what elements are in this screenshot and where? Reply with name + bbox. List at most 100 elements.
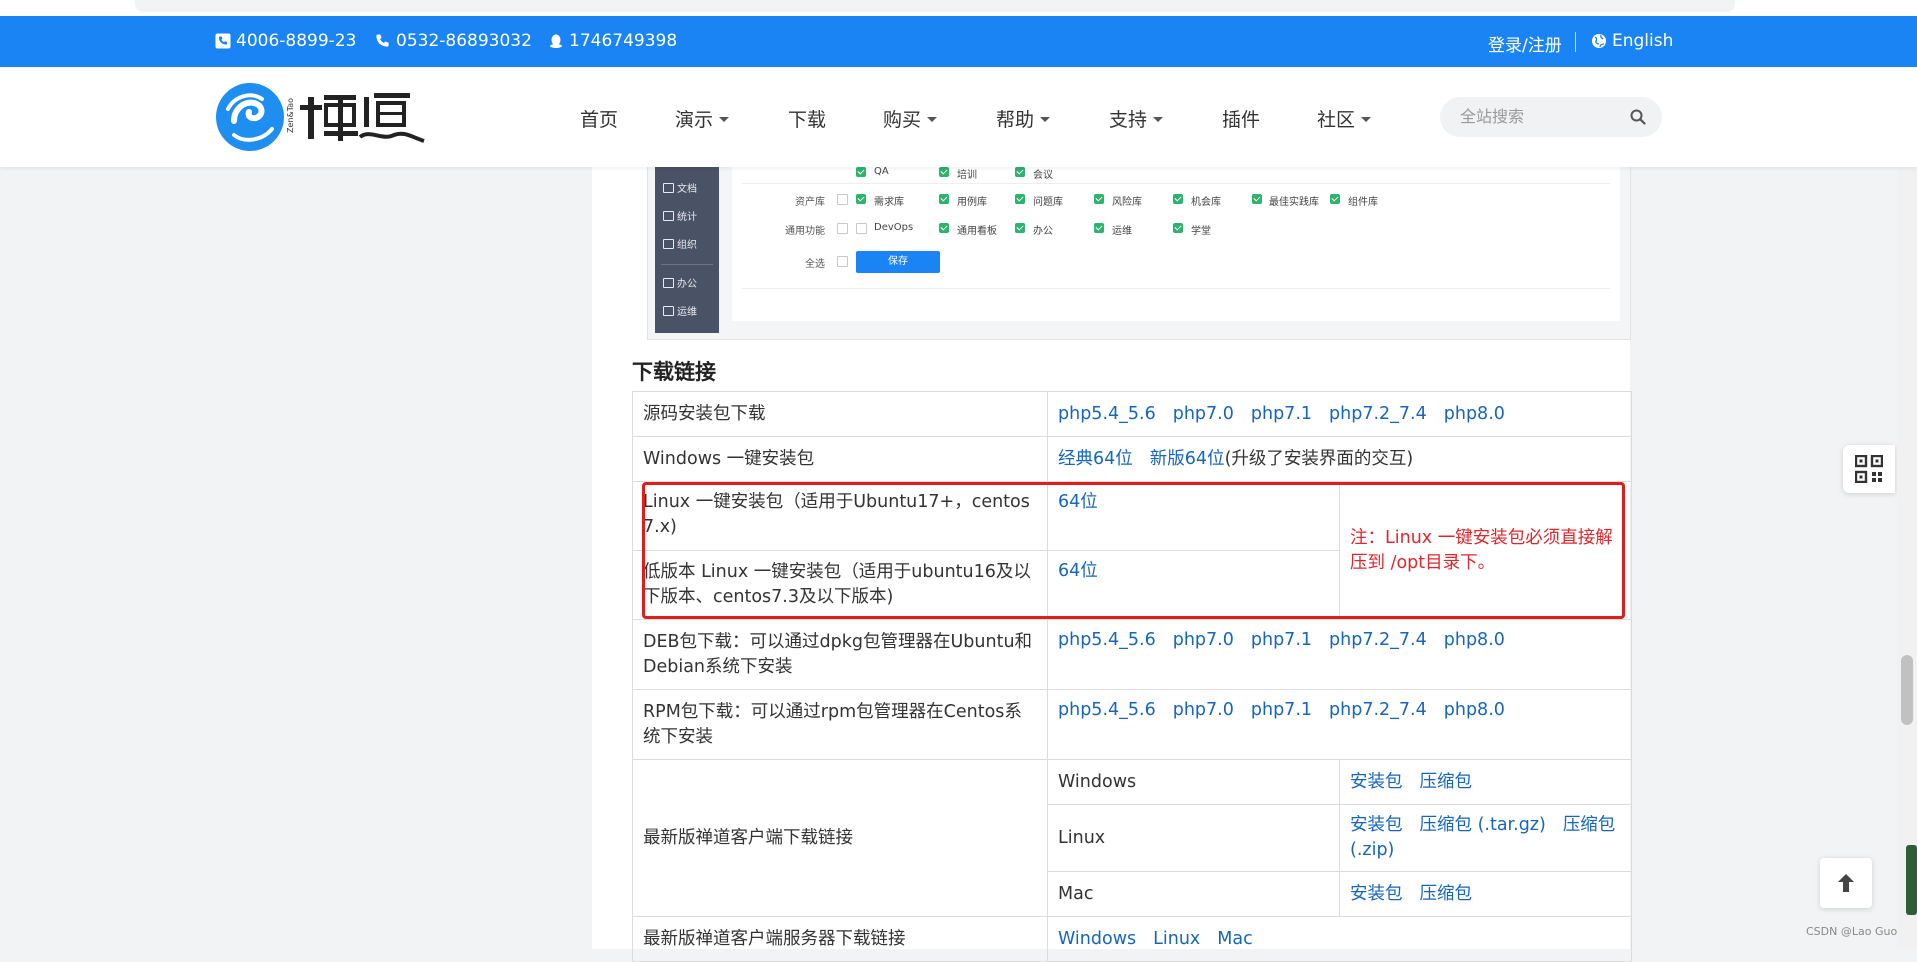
scrollbar-thumb[interactable] — [1901, 655, 1913, 725]
side-item-office: 办公 — [663, 275, 697, 290]
checkbox-checked — [856, 194, 866, 204]
link-deb-php80[interactable]: php8.0 — [1444, 630, 1505, 650]
link-php54[interactable]: php5.4_5.6 — [1058, 404, 1156, 424]
checkbox-unchecked — [837, 256, 848, 267]
nav-community[interactable]: 社区 — [1317, 105, 1372, 132]
page-scrollbar[interactable] — [1897, 167, 1917, 949]
nav-plugins[interactable]: 插件 — [1222, 105, 1260, 132]
qrcode-icon — [1855, 455, 1883, 483]
caret-down-icon — [1361, 117, 1372, 122]
link-client-win-installer[interactable]: 安装包 — [1350, 772, 1403, 792]
checkbox-checked — [856, 167, 866, 177]
phone-office[interactable]: 0532-86893032 — [375, 31, 532, 51]
contact-bar: 4006-8899-23 0532-86893032 1746749398 登录… — [0, 16, 1917, 67]
caret-down-icon — [927, 117, 938, 122]
site-search — [1440, 97, 1662, 137]
link-deb-php71[interactable]: php7.1 — [1251, 630, 1312, 650]
link-php72[interactable]: php7.2_7.4 — [1329, 404, 1427, 424]
link-client-linux-installer[interactable]: 安装包 — [1350, 815, 1403, 835]
chart-icon — [663, 210, 674, 221]
link-deb-php72[interactable]: php7.2_7.4 — [1329, 630, 1427, 650]
link-new-64[interactable]: 新版64位 — [1150, 449, 1225, 469]
back-to-top-button[interactable] — [1820, 858, 1872, 908]
search-icon[interactable] — [1630, 109, 1646, 125]
client-mac-links: 安装包 压缩包 — [1339, 871, 1632, 917]
row-label-deb: DEB包下载：可以通过dpkg包管理器在Ubuntu和Debian系统下安装 — [632, 619, 1048, 690]
checkbox-checked — [1330, 194, 1340, 204]
link-classic-64[interactable]: 经典64位 — [1058, 449, 1133, 469]
link-linux-old-64[interactable]: 64位 — [1058, 561, 1098, 581]
link-rpm-php71[interactable]: php7.1 — [1251, 700, 1312, 720]
checkbox-unchecked — [856, 223, 867, 234]
link-server-windows[interactable]: Windows — [1058, 929, 1136, 949]
search-input[interactable] — [1458, 106, 1622, 130]
phone-hotline[interactable]: 4006-8899-23 — [215, 31, 356, 51]
qr-code-button[interactable] — [1843, 445, 1895, 493]
language-switch[interactable]: English — [1591, 31, 1673, 51]
side-item-org: 组织 — [663, 236, 697, 251]
linux-old-links: 64位 — [1047, 550, 1340, 620]
link-rpm-php70[interactable]: php7.0 — [1173, 700, 1234, 720]
login-link[interactable]: 登录/注册 — [1488, 31, 1562, 56]
link-server-linux[interactable]: Linux — [1153, 929, 1200, 949]
linux-install-note: 注：Linux 一键安装包必须直接解压到 /opt目录下。 — [1339, 481, 1632, 620]
zentao-logo[interactable]: Zen&Tao — [214, 81, 429, 153]
checkbox-checked — [1015, 194, 1025, 204]
checkbox-checked — [1094, 223, 1104, 233]
checkbox-checked — [939, 194, 949, 204]
checkbox-checked — [1173, 194, 1183, 204]
nav-buy[interactable]: 购买 — [883, 105, 938, 132]
link-rpm-php54[interactable]: php5.4_5.6 — [1058, 700, 1156, 720]
checkbox-unchecked — [837, 223, 848, 234]
option-label: 办公 — [1033, 226, 1053, 237]
phone1-text: 4006-8899-23 — [236, 31, 357, 51]
nav-help[interactable]: 帮助 — [996, 105, 1051, 132]
link-php80[interactable]: php8.0 — [1444, 404, 1505, 424]
link-deb-php54[interactable]: php5.4_5.6 — [1058, 630, 1156, 650]
screenshot-sidebar: 文档 统计 组织 办公 运维 — [655, 167, 719, 333]
nav-demo[interactable]: 演示 — [675, 105, 730, 132]
client-linux-links: 安装包 压缩包 (.tar.gz) 压缩包 (.zip) — [1339, 804, 1632, 872]
address-bar[interactable] — [135, 0, 1735, 12]
checkbox-checked — [939, 223, 949, 233]
nav-home[interactable]: 首页 — [580, 105, 618, 132]
qq-contact[interactable]: 1746749398 — [548, 31, 677, 51]
table-row: RPM包下载：可以通过rpm包管理器在Centos系统下安装 php5.4_5.… — [632, 689, 1632, 760]
screenshot-main: QA 培训 会议 资产库 需求库 用例库 问题库 风险库 机会库 最佳实践库 组… — [732, 166, 1620, 321]
row-label-linux-old: 低版本 Linux 一键安装包（适用于ubuntu16及以下版本、centos7… — [632, 550, 1048, 620]
svg-text:Zen&Tao: Zen&Tao — [286, 98, 295, 133]
user-icon — [663, 238, 674, 249]
link-client-linux-targz[interactable]: 压缩包 (.tar.gz) — [1420, 815, 1546, 835]
client-os-mac: Mac — [1047, 871, 1340, 917]
table-row: Windows 一键安装包 经典64位 新版64位(升级了安装界面的交互) — [632, 436, 1632, 482]
option-label: 最佳实践库 — [1269, 197, 1319, 208]
nav-label: 社区 — [1317, 109, 1356, 131]
client-os-windows: Windows — [1047, 759, 1340, 805]
link-php71[interactable]: php7.1 — [1251, 404, 1312, 424]
link-client-mac-installer[interactable]: 安装包 — [1350, 884, 1403, 904]
nav-download[interactable]: 下载 — [788, 105, 826, 132]
link-linux-64[interactable]: 64位 — [1058, 492, 1098, 512]
link-php70[interactable]: php7.0 — [1173, 404, 1234, 424]
server-icon — [663, 305, 674, 316]
option-label: 需求库 — [874, 197, 904, 208]
nav-support[interactable]: 支持 — [1109, 105, 1164, 132]
link-server-mac[interactable]: Mac — [1217, 929, 1252, 949]
nav-label: 下载 — [788, 109, 827, 131]
level-meter — [1906, 845, 1917, 915]
qq-text: 1746749398 — [569, 31, 678, 51]
client-windows-links: 安装包 压缩包 — [1339, 759, 1632, 805]
link-rpm-php80[interactable]: php8.0 — [1444, 700, 1505, 720]
link-rpm-php72[interactable]: php7.2_7.4 — [1329, 700, 1427, 720]
option-label: 通用看板 — [957, 226, 997, 237]
source-links: php5.4_5.6 php7.0 php7.1 php7.2_7.4 php8.0 — [1047, 391, 1632, 437]
nav-label: 购买 — [883, 109, 922, 131]
row-label: 全选 — [805, 259, 825, 270]
link-client-mac-zip[interactable]: 压缩包 — [1420, 884, 1473, 904]
nav-label: 插件 — [1222, 109, 1261, 131]
csdn-watermark: CSDN @Lao Guo — [1806, 925, 1898, 938]
row-label-source: 源码安装包下载 — [632, 391, 1048, 437]
row-label-rpm: RPM包下载：可以通过rpm包管理器在Centos系统下安装 — [632, 689, 1048, 760]
link-client-win-zip[interactable]: 压缩包 — [1420, 772, 1473, 792]
link-deb-php70[interactable]: php7.0 — [1173, 630, 1234, 650]
